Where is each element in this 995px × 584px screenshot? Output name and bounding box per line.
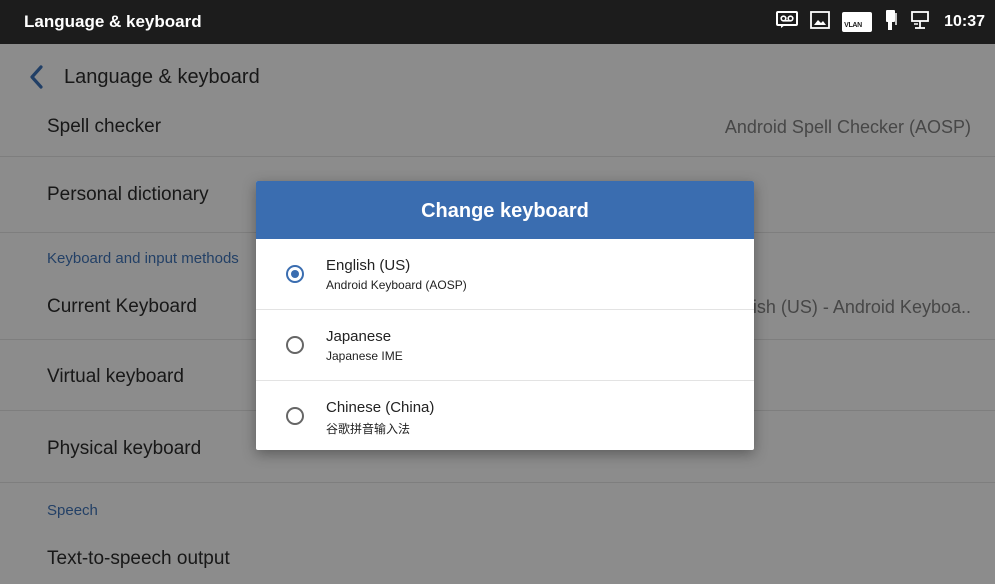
radio-selected-icon[interactable] bbox=[286, 265, 304, 283]
option-name: Japanese bbox=[326, 328, 392, 345]
dialog-title: Change keyboard bbox=[256, 181, 754, 239]
option-name: English (US) bbox=[326, 257, 411, 274]
status-icons: VLAN 10:37 bbox=[776, 0, 985, 44]
handset-icon bbox=[884, 9, 898, 36]
status-bar-title: Language & keyboard bbox=[24, 12, 202, 31]
keyboard-option-chinese[interactable]: Chinese (China) 谷歌拼音输入法 bbox=[256, 381, 754, 450]
vlan-text: VLAN bbox=[844, 22, 862, 29]
vlan-icon: VLAN bbox=[842, 12, 873, 32]
keyboard-option-english[interactable]: English (US) Android Keyboard (AOSP) bbox=[256, 239, 754, 310]
radio-unselected-icon[interactable] bbox=[286, 336, 304, 354]
option-subtitle: 谷歌拼音输入法 bbox=[326, 422, 411, 436]
voicemail-icon bbox=[776, 10, 799, 34]
keyboard-option-japanese[interactable]: Japanese Japanese IME bbox=[256, 310, 754, 381]
option-name: Chinese (China) bbox=[326, 399, 435, 416]
network-icon bbox=[910, 10, 930, 35]
option-subtitle: Japanese IME bbox=[326, 349, 403, 363]
status-bar: Language & keyboard VLAN 10:37 bbox=[0, 0, 995, 44]
radio-unselected-icon[interactable] bbox=[286, 407, 304, 425]
image-icon bbox=[810, 10, 830, 34]
change-keyboard-dialog: Change keyboard English (US) Android Key… bbox=[256, 181, 754, 450]
option-subtitle: Android Keyboard (AOSP) bbox=[326, 278, 467, 292]
clock: 10:37 bbox=[944, 13, 985, 30]
